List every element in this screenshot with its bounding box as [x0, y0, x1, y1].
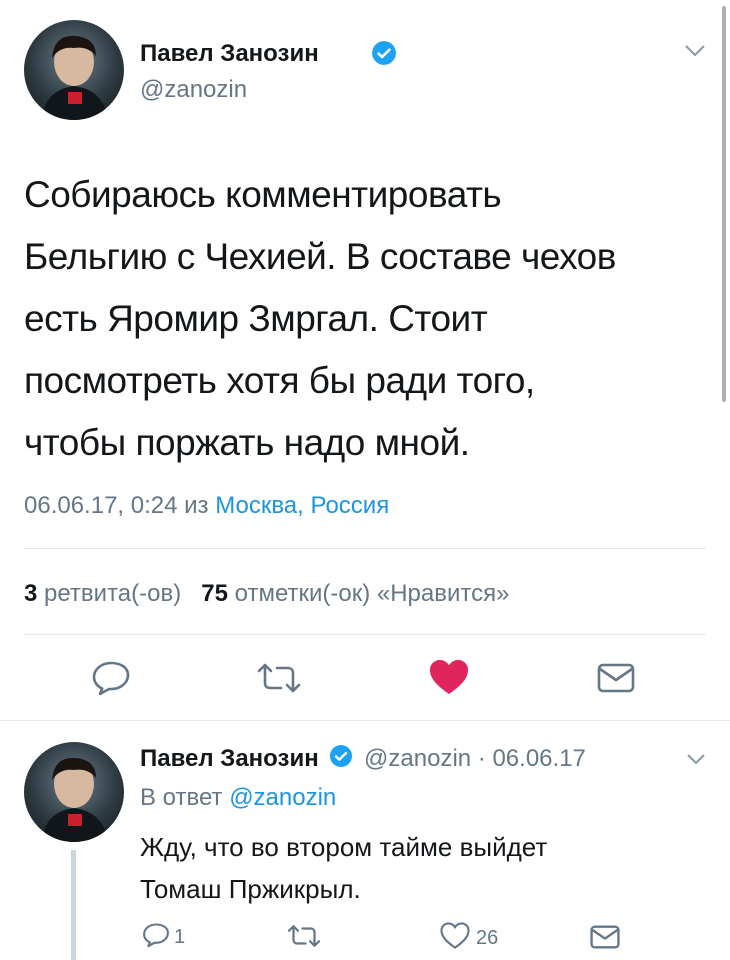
chevron-down-icon[interactable]	[686, 752, 706, 770]
tweet-text-line: посмотреть хотя бы ради того,	[24, 360, 535, 401]
verified-icon	[329, 744, 353, 775]
reply-author-avatar[interactable]	[24, 742, 124, 842]
divider	[24, 548, 706, 549]
author-name[interactable]: Павел Занозин	[140, 40, 319, 68]
retweet-icon[interactable]	[286, 924, 322, 953]
heart-outline-icon[interactable]	[440, 922, 470, 954]
author-handle[interactable]: @zanozin	[140, 76, 247, 104]
divider	[0, 720, 730, 721]
mail-icon[interactable]	[590, 924, 620, 955]
tweet-text-line: Собираюсь комментировать	[24, 174, 502, 215]
scrollbar[interactable]	[722, 6, 726, 402]
location-link[interactable]: Москва, Россия	[215, 492, 389, 519]
retweets-label: ретвита(-ов)	[44, 580, 182, 607]
reply-to-link[interactable]: @zanozin	[229, 784, 336, 811]
reply-text: Жду, что во втором тайме выйдет Томаш Пр…	[140, 826, 547, 910]
reply-text-line: Томаш Пржикрыл.	[140, 874, 361, 904]
tweet-stats: 3 ретвита(-ов) 75 отметки(-ок) «Нравится…	[24, 580, 509, 608]
reply-count: 1	[174, 926, 186, 948]
thread-line	[71, 850, 76, 960]
reply-handle-date[interactable]: @zanozin · 06.06.17	[364, 745, 586, 772]
reply-context: В ответ @zanozin	[140, 784, 336, 812]
reply-author-name[interactable]: Павел Занозин	[140, 745, 319, 772]
retweets-count: 3	[24, 580, 38, 607]
divider	[24, 634, 706, 635]
reply-icon[interactable]	[91, 660, 131, 696]
reply-action-like[interactable]: 26	[440, 922, 498, 954]
tweet-text-line: есть Яромир Змргал. Стоит	[24, 298, 488, 339]
tweet-text: Собираюсь комментировать Бельгию с Чехие…	[24, 164, 616, 474]
retweets-stat[interactable]: 3 ретвита(-ов)	[24, 580, 188, 607]
timestamp[interactable]: 06.06.17, 0:24 из	[24, 492, 209, 519]
chevron-down-icon[interactable]	[684, 44, 706, 63]
tweet-text-line: чтобы поржать надо мной.	[24, 422, 470, 463]
reply-text-line: Жду, что во втором тайме выйдет	[140, 832, 548, 862]
author-avatar[interactable]	[24, 20, 124, 120]
likes-stat[interactable]: 75 отметки(-ок) «Нравится»	[201, 580, 509, 607]
tweet-meta: 06.06.17, 0:24 из Москва, Россия	[24, 492, 389, 520]
reply-action-reply[interactable]: 1	[142, 922, 185, 953]
likes-label: отметки(-ок) «Нравится»	[234, 580, 510, 607]
verified-icon	[371, 40, 397, 71]
reply-icon[interactable]	[142, 922, 170, 953]
like-count: 26	[476, 926, 499, 949]
mail-icon[interactable]	[597, 662, 635, 694]
reply-prefix: В ответ	[140, 784, 223, 811]
likes-count: 75	[201, 580, 228, 607]
reply-header: Павел Занозин @zanozin · 06.06.17	[140, 744, 586, 775]
tweet-text-line: Бельгию с Чехией. В составе чехов	[24, 236, 616, 277]
heart-icon[interactable]	[428, 658, 470, 696]
retweet-icon[interactable]	[256, 662, 302, 694]
